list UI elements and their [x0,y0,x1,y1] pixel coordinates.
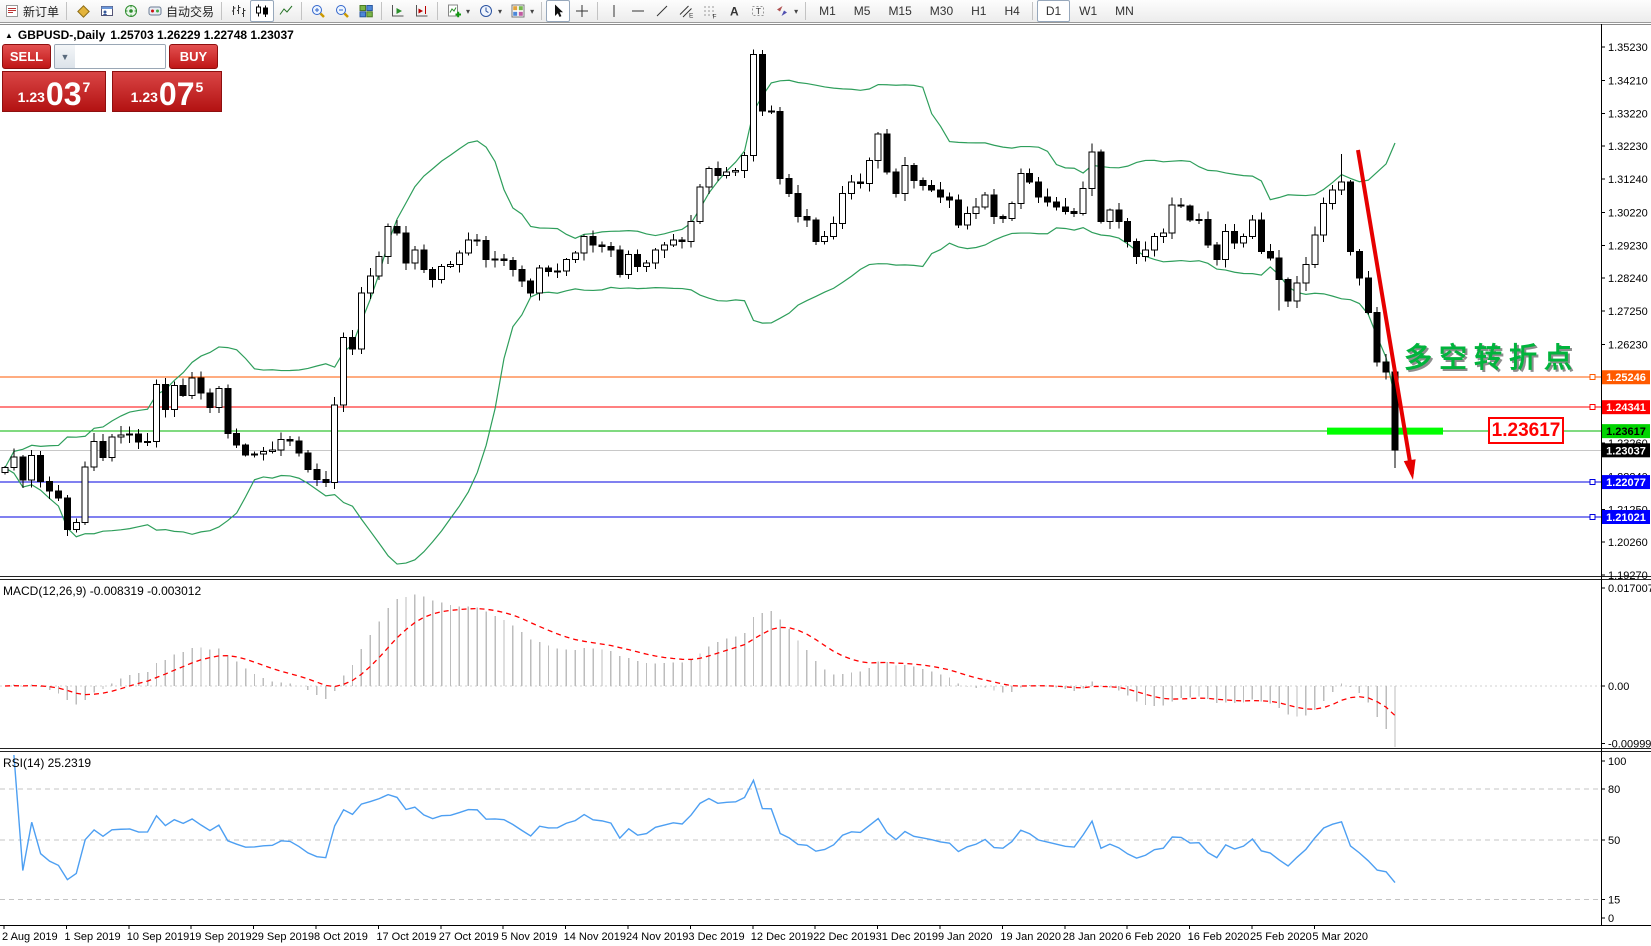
turning-point-annotation[interactable]: 多空转折点 [1404,336,1579,376]
svg-text:1.23617: 1.23617 [1606,426,1646,438]
svg-text:1.26230: 1.26230 [1608,340,1648,352]
svg-text:1.22077: 1.22077 [1606,477,1646,489]
buy-button[interactable]: BUY [169,44,218,69]
one-click-trading-panel: SELL ▼ ▲ BUY 1.23 03 7 1.23 07 5 [2,44,218,112]
svg-text:1.20260: 1.20260 [1608,537,1648,549]
svg-text:80: 80 [1608,784,1620,796]
ask-price[interactable]: 1.23 07 5 [112,71,222,112]
rsi-header: RSI(14) 25.2319 [3,756,91,770]
svg-text:27 Oct 2019: 27 Oct 2019 [439,931,499,943]
svg-text:1.35230: 1.35230 [1608,42,1648,54]
svg-text:1 Sep 2019: 1 Sep 2019 [64,931,120,943]
svg-text:6 Feb 2020: 6 Feb 2020 [1125,931,1181,943]
svg-text:1.30220: 1.30220 [1608,208,1648,220]
svg-text:19 Jan 2020: 19 Jan 2020 [1000,931,1061,943]
svg-text:24 Nov 2019: 24 Nov 2019 [626,931,688,943]
svg-text:50: 50 [1608,835,1620,847]
price-box-annotation[interactable]: 1.23617 [1488,417,1564,444]
svg-text:1.34210: 1.34210 [1608,76,1648,88]
volume-input[interactable] [75,45,166,68]
svg-text:16 Feb 2020: 16 Feb 2020 [1188,931,1250,943]
symbol-ohlc: 1.25703 1.26229 1.22748 1.23037 [110,28,294,42]
svg-text:22 Dec 2019: 22 Dec 2019 [813,931,875,943]
macd-header: MACD(12,26,9) -0.008319 -0.003012 [3,584,201,598]
svg-text:1.29230: 1.29230 [1608,240,1648,252]
svg-text:3 Dec 2019: 3 Dec 2019 [688,931,744,943]
collapse-panel-icon[interactable]: ▲ [5,31,13,40]
svg-text:1.25246: 1.25246 [1606,372,1646,384]
svg-text:1.23037: 1.23037 [1606,445,1646,457]
bid-pipette: 7 [83,79,91,95]
chart-title: ▲ GBPUSD-,Daily 1.25703 1.26229 1.22748 … [5,28,294,42]
svg-text:5 Mar 2020: 5 Mar 2020 [1312,931,1368,943]
svg-text:1.21021: 1.21021 [1606,512,1646,524]
svg-text:2 Aug 2019: 2 Aug 2019 [2,931,58,943]
svg-text:28 Jan 2020: 28 Jan 2020 [1063,931,1124,943]
svg-text:1.28240: 1.28240 [1608,273,1648,285]
symbol-name: GBPUSD-,Daily [18,28,105,42]
bid-big-digits: 03 [46,79,82,109]
svg-text:1.33220: 1.33220 [1608,108,1648,120]
svg-text:8 Oct 2019: 8 Oct 2019 [314,931,368,943]
svg-text:25 Feb 2020: 25 Feb 2020 [1250,931,1312,943]
svg-text:1.24341: 1.24341 [1606,402,1646,414]
svg-text:0: 0 [1608,913,1614,925]
chart-canvas[interactable]: 1.35230 1.34210 1.33220 1.32230 1.31240 1.302… [0,0,1651,946]
bid-price[interactable]: 1.23 03 7 [2,71,106,112]
svg-text:9 Jan 2020: 9 Jan 2020 [938,931,992,943]
mt4-window: 新订单自动交易▾▾▾EFAT▾M1M5M15M30H1H4D1W1MN 1.35… [0,0,1651,946]
svg-text:0.00: 0.00 [1608,681,1629,693]
svg-text:1.31240: 1.31240 [1608,174,1648,186]
svg-text:-0.00999: -0.00999 [1608,739,1651,751]
sell-button[interactable]: SELL [2,44,51,69]
svg-text:1.32230: 1.32230 [1608,141,1648,153]
svg-text:31 Dec 2019: 31 Dec 2019 [876,931,938,943]
svg-text:1.27250: 1.27250 [1608,306,1648,318]
svg-text:14 Nov 2019: 14 Nov 2019 [564,931,626,943]
volume-decrease-icon[interactable]: ▼ [55,45,75,68]
svg-text:12 Dec 2019: 12 Dec 2019 [751,931,813,943]
svg-text:1.19270: 1.19270 [1608,570,1648,582]
ask-prefix: 1.23 [131,89,158,105]
ask-big-digits: 07 [159,79,195,109]
svg-text:17 Oct 2019: 17 Oct 2019 [376,931,436,943]
svg-text:29 Sep 2019: 29 Sep 2019 [252,931,314,943]
svg-text:5 Nov 2019: 5 Nov 2019 [501,931,557,943]
ask-pipette: 5 [196,79,204,95]
volume-stepper: ▼ ▲ [54,44,166,69]
svg-text:19 Sep 2019: 19 Sep 2019 [189,931,251,943]
svg-text:15: 15 [1608,895,1620,907]
svg-text:0.017007: 0.017007 [1608,583,1651,595]
svg-text:10 Sep 2019: 10 Sep 2019 [127,931,189,943]
bid-prefix: 1.23 [18,89,45,105]
svg-text:100: 100 [1608,756,1626,768]
